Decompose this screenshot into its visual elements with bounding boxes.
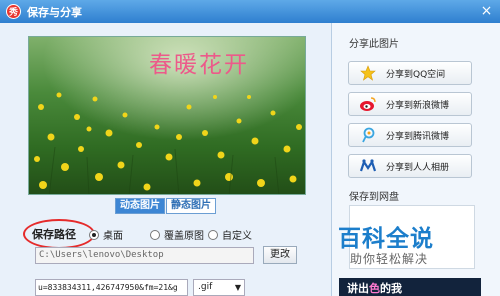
- share-tencent-weibo-button[interactable]: 分享到腾讯微博: [348, 123, 472, 147]
- promo-banner[interactable]: 讲出色的我: [339, 278, 481, 296]
- radio-custom[interactable]: 自定义: [208, 227, 252, 242]
- radio-overwrite-original[interactable]: 覆盖原图: [150, 227, 204, 242]
- window-title: 保存与分享: [27, 6, 82, 19]
- watermark-subtitle: 助你轻松解决: [350, 252, 429, 266]
- format-value: .gif: [198, 282, 213, 292]
- photo-preview: 春暖花开: [28, 36, 306, 195]
- radio-label: 桌面: [103, 231, 123, 242]
- share-sina-weibo-button[interactable]: 分享到新浪微博: [348, 92, 472, 116]
- title-bar: 秀 保存与分享 ×: [0, 0, 500, 23]
- app-logo-icon: 秀: [6, 4, 21, 19]
- share-section-title: 分享此图片: [349, 39, 399, 50]
- radio-label: 自定义: [222, 231, 252, 242]
- weibo-icon: [359, 95, 377, 113]
- radio-button[interactable]: [89, 229, 99, 240]
- save-path-section: 保存路径 桌面 覆盖原图 自定义: [18, 196, 318, 249]
- radio-label: 覆盖原图: [164, 231, 204, 242]
- radio-desktop[interactable]: 桌面: [89, 227, 123, 242]
- close-button[interactable]: ×: [478, 3, 495, 19]
- format-select[interactable]: .gif ▼: [193, 279, 245, 296]
- share-label: 分享到腾讯微博: [386, 131, 450, 142]
- share-label: 分享到新浪微博: [386, 100, 450, 111]
- photo-caption: 春暖花开: [149, 52, 249, 78]
- cloud-section-title: 保存到网盘: [349, 192, 399, 203]
- renren-icon: [359, 157, 377, 175]
- change-path-button[interactable]: 更改: [263, 246, 297, 264]
- url-field[interactable]: u=833834311,426747950&fm=21&g: [35, 279, 188, 296]
- promo-text: 讲出色的我: [347, 282, 402, 295]
- tencent-weibo-icon: [359, 126, 377, 144]
- star-icon: [359, 64, 377, 82]
- share-label: 分享到人人相册: [386, 162, 450, 173]
- share-label: 分享到QQ空间: [386, 69, 446, 80]
- chevron-down-icon: ▼: [234, 283, 241, 292]
- save-path-field[interactable]: C:\Users\lenovo\Desktop: [35, 247, 254, 264]
- radio-button[interactable]: [208, 229, 218, 240]
- share-qzone-button[interactable]: 分享到QQ空间: [348, 61, 472, 85]
- save-path-label: 保存路径: [32, 228, 76, 241]
- share-renren-button[interactable]: 分享到人人相册: [348, 154, 472, 178]
- radio-button[interactable]: [150, 229, 160, 240]
- left-panel: 春暖花开 动态图片 静态图片 保存路径 桌面 覆盖原图 自定义 C:\Users…: [0, 23, 331, 296]
- watermark-title: 百科全说: [338, 226, 434, 252]
